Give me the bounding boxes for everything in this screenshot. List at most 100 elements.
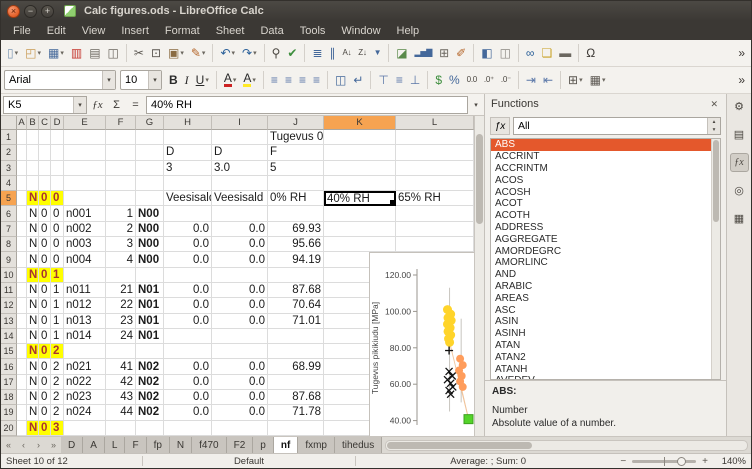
bold-icon[interactable]: B: [166, 69, 181, 91]
column-header-I[interactable]: I: [212, 116, 268, 130]
sheet-tab-L[interactable]: L: [105, 437, 126, 453]
menu-insert[interactable]: Insert: [113, 23, 157, 39]
function-item-asc[interactable]: ASC: [491, 304, 720, 316]
menu-tools[interactable]: Tools: [292, 23, 334, 39]
function-item-areas[interactable]: AREAS: [491, 292, 720, 304]
copy-icon[interactable]: ⊡: [148, 42, 164, 64]
column-header-H[interactable]: H: [164, 116, 212, 130]
autofilter-icon[interactable]: ▼: [371, 42, 385, 64]
cell-L6[interactable]: [396, 206, 474, 221]
border-style-icon[interactable]: ▦▾: [587, 69, 609, 91]
cell-J5[interactable]: 0% RH: [268, 191, 324, 206]
cell-F9[interactable]: 4: [106, 252, 136, 267]
cell-E12[interactable]: n012: [64, 298, 106, 313]
cell-C9[interactable]: 0: [39, 252, 51, 267]
vertical-scrollbar[interactable]: [474, 116, 484, 436]
cell-A5[interactable]: [17, 191, 27, 206]
cell-H17[interactable]: 0.0: [164, 375, 212, 390]
wrap-text-icon[interactable]: ↵: [350, 69, 366, 91]
cell-D14[interactable]: 1: [51, 329, 64, 344]
sheet-tab-nf[interactable]: nf: [274, 437, 298, 453]
sort-ascending-icon[interactable]: A↓: [340, 42, 355, 64]
cell-A18[interactable]: [17, 390, 27, 405]
cell-B3[interactable]: [27, 161, 39, 176]
function-item-arabic[interactable]: ARABIC: [491, 281, 720, 293]
cell-A3[interactable]: [17, 161, 27, 176]
expand-formula-bar-icon[interactable]: ▾: [470, 101, 482, 109]
center-vertically-icon[interactable]: ≡: [393, 69, 406, 91]
function-item-accrintm[interactable]: ACCRINTM: [491, 163, 720, 175]
cell-A11[interactable]: [17, 283, 27, 298]
function-item-aggregate[interactable]: AGGREGATE: [491, 233, 720, 245]
cell-A10[interactable]: [17, 268, 27, 283]
function-item-acos[interactable]: ACOS: [491, 174, 720, 186]
menu-sheet[interactable]: Sheet: [208, 23, 253, 39]
row-header-4[interactable]: 4: [1, 176, 17, 191]
insert-column-icon[interactable]: ∥: [327, 42, 339, 64]
cell-J17[interactable]: [268, 375, 324, 390]
cell-D5[interactable]: 0: [51, 191, 64, 206]
cell-E18[interactable]: n023: [64, 390, 106, 405]
function-item-accrint[interactable]: ACCRINT: [491, 151, 720, 163]
cell-E14[interactable]: n014: [64, 329, 106, 344]
export-pdf-icon[interactable]: ▥: [68, 42, 85, 64]
align-center-icon[interactable]: ≡: [282, 69, 295, 91]
cell-C15[interactable]: 0: [39, 344, 51, 359]
cell-I7[interactable]: 0.0: [212, 222, 268, 237]
cell-G1[interactable]: [136, 130, 164, 145]
cell-H5[interactable]: Veesisald: [164, 191, 212, 206]
cell-F8[interactable]: 3: [106, 237, 136, 252]
cell-G2[interactable]: [136, 145, 164, 160]
open-dropdown-icon[interactable]: ▾: [37, 49, 41, 57]
redo-dropdown-icon[interactable]: ▾: [253, 49, 257, 57]
cell-E6[interactable]: n001: [64, 206, 106, 221]
cell-J9[interactable]: 94.19: [268, 252, 324, 267]
function-item-avedev[interactable]: AVEDEV: [491, 375, 720, 380]
cell-I16[interactable]: 0.0: [212, 359, 268, 374]
align-bottom-icon[interactable]: ⊥: [407, 69, 423, 91]
cell-I2[interactable]: D: [212, 145, 268, 160]
cell-D7[interactable]: 0: [51, 222, 64, 237]
row-header-9[interactable]: 9: [1, 252, 17, 267]
row-header-5[interactable]: 5: [1, 191, 17, 206]
cell-C19[interactable]: 0: [39, 405, 51, 420]
cell-F16[interactable]: 41: [106, 359, 136, 374]
horizontal-scrollbar-thumb[interactable]: [387, 442, 531, 449]
cell-A1[interactable]: [17, 130, 27, 145]
cell-J20[interactable]: [268, 421, 324, 436]
spinner-up-icon[interactable]: ▴: [708, 118, 720, 126]
cell-G18[interactable]: N02: [136, 390, 164, 405]
cell-B1[interactable]: [27, 130, 39, 145]
sheet-tab-p[interactable]: p: [253, 437, 274, 453]
cell-F11[interactable]: 21: [106, 283, 136, 298]
redo-icon[interactable]: ↷▾: [239, 42, 260, 64]
undo-icon[interactable]: ↶▾: [217, 42, 238, 64]
cell-J15[interactable]: [268, 344, 324, 359]
cell-D19[interactable]: 2: [51, 405, 64, 420]
cell-E20[interactable]: [64, 421, 106, 436]
font-color-icon[interactable]: A▾: [221, 69, 240, 91]
cell-H18[interactable]: 0.0: [164, 390, 212, 405]
cell-E4[interactable]: [64, 176, 106, 191]
cell-F2[interactable]: [106, 145, 136, 160]
close-button[interactable]: ×: [7, 5, 20, 18]
function-item-amorlinc[interactable]: AMORLINC: [491, 257, 720, 269]
cell-E3[interactable]: [64, 161, 106, 176]
sidebar-settings-icon[interactable]: ⚙: [730, 97, 749, 116]
cell-D6[interactable]: 0: [51, 206, 64, 221]
cell-F19[interactable]: 44: [106, 405, 136, 420]
cell-G13[interactable]: N01: [136, 314, 164, 329]
cell-F17[interactable]: 42: [106, 375, 136, 390]
zoom-slider-thumb[interactable]: [677, 457, 686, 466]
panel-close-icon[interactable]: ✕: [708, 99, 720, 110]
cell-G5[interactable]: [136, 191, 164, 206]
column-header-G[interactable]: G: [136, 116, 164, 130]
currency-icon[interactable]: $: [432, 69, 445, 91]
cell-G3[interactable]: [136, 161, 164, 176]
column-header-A[interactable]: A: [17, 116, 27, 130]
cell-E19[interactable]: n024: [64, 405, 106, 420]
cell-F14[interactable]: 24: [106, 329, 136, 344]
special-character-icon[interactable]: Ω: [583, 42, 598, 64]
toolbar-overflow-icon[interactable]: »: [735, 42, 748, 64]
cell-G4[interactable]: [136, 176, 164, 191]
